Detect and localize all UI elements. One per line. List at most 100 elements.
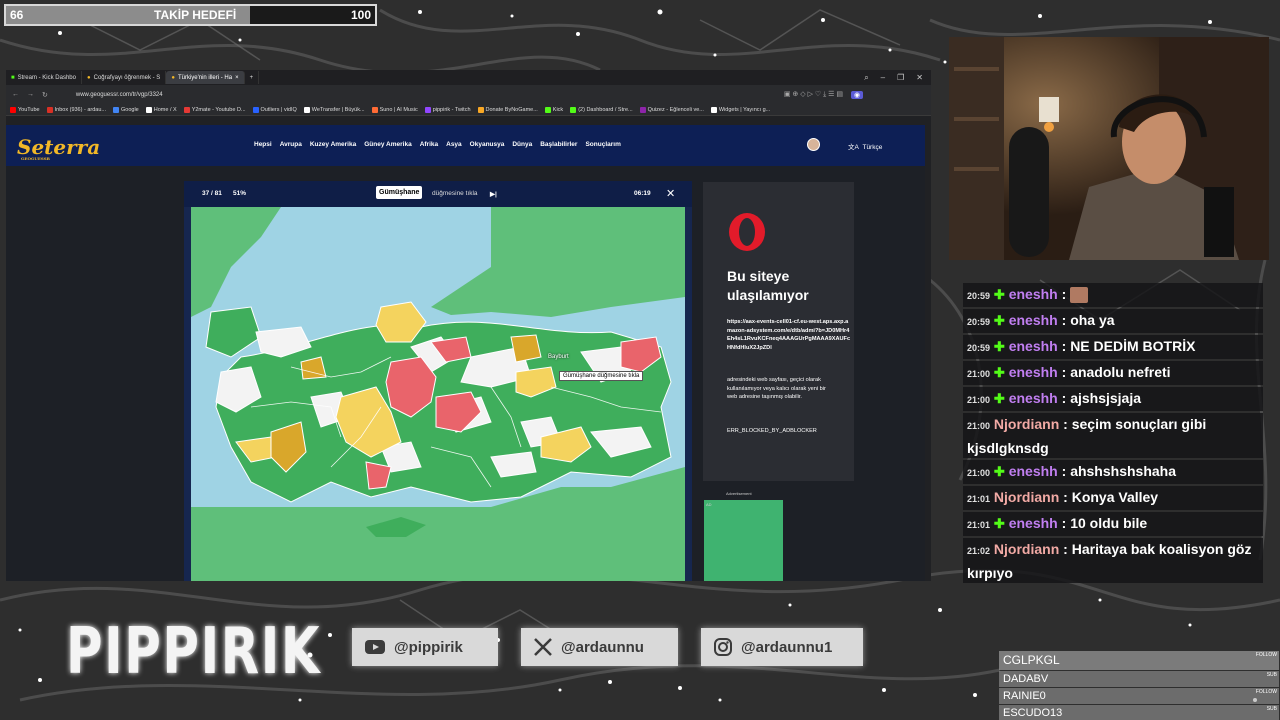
tab-seterra[interactable]: ● Coğrafyayı öğrenmek - S: [82, 71, 167, 84]
bookmark-favicon-icon: [252, 106, 259, 113]
chat-text: NE DEDİM BOTRİX: [1070, 338, 1196, 354]
new-tab-button[interactable]: +: [245, 71, 260, 84]
bookmark-favicon-icon: [371, 106, 378, 113]
nav-item[interactable]: Afrika: [420, 141, 438, 148]
bookmark-label: Suno | AI Music: [379, 106, 418, 113]
nav-item[interactable]: Kuzey Amerika: [310, 141, 356, 148]
bookmark-label: Home / X: [153, 106, 177, 113]
bookmark-item[interactable]: Quizez - Eğlenceli ve...: [639, 106, 704, 113]
chat-username[interactable]: Njordiann: [994, 489, 1059, 505]
language-selector[interactable]: 文A Türkçe: [848, 141, 882, 151]
nav-item[interactable]: Sonuçlarım: [585, 141, 620, 148]
chat-username[interactable]: eneshh: [1009, 312, 1058, 328]
nav-item[interactable]: Asya: [446, 141, 462, 148]
ad-error-heading: Bu siteye ulaşılamıyor: [727, 268, 809, 303]
bookmark-item[interactable]: Inbox (936) - ardau...: [46, 106, 106, 113]
close-tab-icon[interactable]: ×: [235, 75, 239, 81]
maximize-icon[interactable]: ❐: [897, 73, 904, 83]
back-icon[interactable]: ←: [12, 91, 19, 98]
site-menu: Hepsi Avrupa Kuzey Amerika Güney Amerika Afr…: [254, 141, 621, 148]
ad-error-code: ERR_BLOCKED_BY_ADBLOCKER: [727, 428, 817, 434]
bookmark-item[interactable]: Y2mate - Youtube D...: [183, 106, 246, 113]
chat-username[interactable]: eneshh: [1009, 390, 1058, 406]
tab-kick[interactable]: ■ Stream - Kick Dashbo: [6, 71, 82, 84]
seterra-tab-icon: ●: [86, 74, 91, 81]
event-user: ESCUDO13: [1003, 707, 1063, 719]
bookmark-label: Y2mate - Youtube D...: [191, 106, 246, 113]
follower-goal-bar: 66 TAKİP HEDEFİ 100: [4, 4, 377, 26]
chat-username[interactable]: Njordiann: [994, 541, 1059, 557]
bookmark-label: pippirik - Twitch: [432, 106, 471, 113]
language-label: Türkçe: [862, 144, 883, 151]
bookmark-item[interactable]: (2) Dashboard / Stre...: [570, 106, 633, 113]
nav-item[interactable]: Avrupa: [280, 141, 302, 148]
bookmark-favicon-icon: [46, 106, 53, 113]
event-type: SUB: [1266, 706, 1277, 712]
bookmark-item[interactable]: YouTube: [10, 106, 40, 113]
bookmark-favicon-icon: [113, 106, 119, 113]
chat-username[interactable]: eneshh: [1009, 338, 1058, 354]
close-window-icon[interactable]: ✕: [916, 73, 923, 83]
chat-timestamp: 21:02: [967, 546, 991, 556]
bookmark-label: Widgets | Yayıncı g...: [718, 106, 771, 113]
chat-username[interactable]: eneshh: [1009, 364, 1058, 380]
extensions-icons[interactable]: ▣ ⊕ ◇ ▷ ♡ ⤓ ☰ ▤: [784, 90, 843, 99]
chat-message: 21:01 ✚ eneshh : 10 oldu bile: [963, 512, 1263, 536]
second-ad[interactable]: AD: [704, 500, 783, 581]
bookmark-item[interactable]: Suno | AI Music: [371, 106, 418, 113]
bookmark-item[interactable]: Widgets | Yayıncı g...: [710, 106, 771, 113]
bookmark-item[interactable]: Outliers | vidIQ: [252, 106, 297, 113]
quiz-instruction: düğmesine tıkla: [432, 190, 478, 197]
nav-item[interactable]: Güney Amerika: [364, 141, 411, 148]
bookmark-favicon-icon: [710, 106, 717, 113]
profile-icon[interactable]: ◉: [851, 90, 864, 99]
bookmark-favicon-icon: [477, 106, 484, 113]
x-handle: @ardaunnu: [561, 638, 644, 656]
bookmarks-bar: YouTube Inbox (936) - ardau... Google Home …: [6, 104, 931, 116]
search-tabs-icon[interactable]: ⌕: [864, 73, 868, 83]
chat-text: Konya Valley: [1071, 489, 1159, 505]
skip-icon[interactable]: ▶|: [490, 190, 497, 198]
goal-label: TAKİP HEDEFİ: [154, 8, 237, 22]
seterra-logo[interactable]: Seterra GEOGUESSR: [17, 135, 100, 161]
minimize-icon[interactable]: –: [881, 73, 885, 83]
quiz-target: Gümüşhane: [376, 186, 423, 199]
bookmark-item[interactable]: WeTransfer | Büyük...: [303, 106, 365, 113]
x-icon: [534, 638, 552, 656]
bookmark-favicon-icon: [570, 106, 577, 113]
bookmark-favicon-icon: [544, 106, 551, 113]
bookmark-item[interactable]: Home / X: [145, 106, 177, 113]
nav-item[interactable]: Hepsi: [254, 141, 272, 148]
forward-icon[interactable]: →: [27, 91, 34, 98]
bookmark-item[interactable]: Google: [113, 106, 139, 113]
event-type: FOLLOW: [1255, 689, 1277, 695]
province-map[interactable]: [191, 207, 685, 581]
chat-username[interactable]: eneshh: [1009, 463, 1058, 479]
chat-text: oha ya: [1070, 312, 1115, 328]
bookmark-item[interactable]: Kick: [544, 106, 563, 113]
turkey-map[interactable]: Gümüşhane düğmesine tıkla Bayburt: [191, 207, 685, 581]
social-instagram: @ardaunnu1: [701, 628, 863, 666]
nav-item[interactable]: Başlabilirler: [540, 141, 577, 148]
tab-turkiye[interactable]: ● Türkiye'nin illeri - Ha ×: [166, 71, 245, 84]
nav-item[interactable]: Okyanusya: [470, 141, 505, 148]
subscriber-badge-icon: ✚: [993, 313, 1005, 328]
chat-username[interactable]: eneshh: [1009, 515, 1058, 531]
close-quiz-icon[interactable]: ✕: [666, 187, 675, 200]
event-user: CGLPKGL: [1003, 653, 1060, 667]
chat-message: 21:00 ✚ eneshh : ajshsjsjaja: [963, 387, 1263, 411]
chat-username[interactable]: eneshh: [1009, 286, 1058, 302]
bookmark-label: YouTube: [18, 106, 40, 113]
event-row: ESCUDO13 SUB: [999, 705, 1279, 720]
user-avatar[interactable]: [807, 138, 820, 151]
bookmark-label: Inbox (936) - ardau...: [54, 106, 106, 113]
chat-username[interactable]: Njordiann: [994, 416, 1059, 432]
chat-timestamp: 21:01: [967, 494, 991, 504]
bookmark-label: Google: [121, 106, 139, 113]
bookmark-item[interactable]: Donate ByNoGame...: [477, 106, 538, 113]
url-field[interactable]: www.geoguessr.com/tr/vgp/3324: [76, 92, 776, 98]
bookmark-item[interactable]: pippirik - Twitch: [424, 106, 471, 113]
subscriber-badge-icon: ✚: [993, 391, 1005, 406]
reload-icon[interactable]: ↻: [42, 91, 48, 99]
nav-item[interactable]: Dünya: [512, 141, 532, 148]
